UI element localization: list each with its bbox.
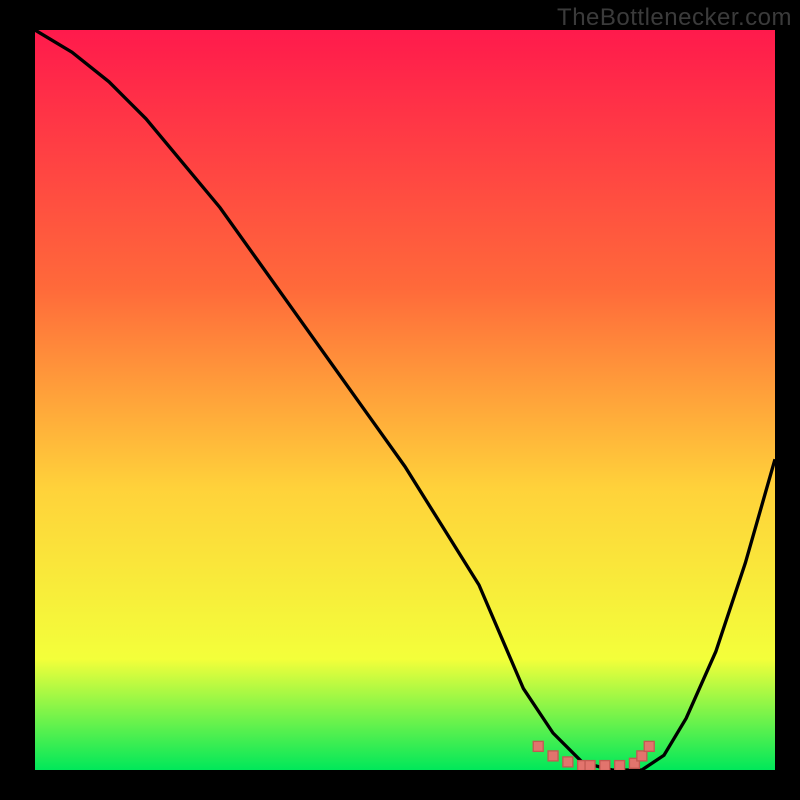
chart-frame: TheBottlenecker.com [0,0,800,800]
marker-point [585,761,595,770]
watermark-text: TheBottlenecker.com [557,4,792,32]
marker-point [637,751,647,761]
marker-point [533,741,543,751]
marker-point [563,757,573,767]
marker-point [615,761,625,770]
gradient-background [35,30,775,770]
marker-point [600,761,610,770]
bottleneck-chart [35,30,775,770]
marker-point [644,741,654,751]
marker-point [548,751,558,761]
